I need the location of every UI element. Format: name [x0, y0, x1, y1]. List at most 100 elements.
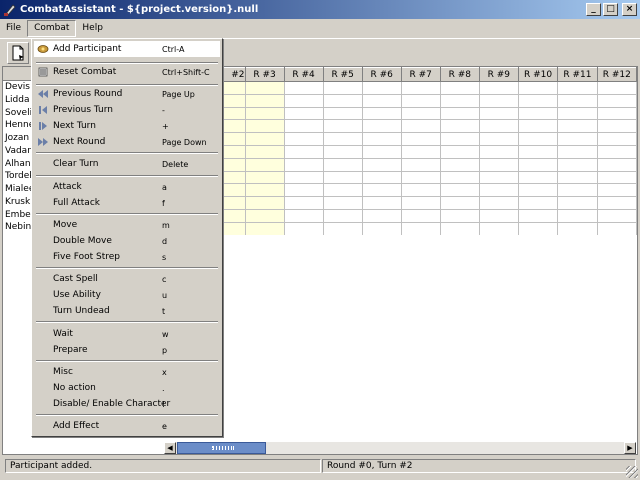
grid-cell[interactable] [517, 208, 559, 223]
grid-cell[interactable] [478, 81, 519, 95]
grid-cell[interactable] [478, 183, 519, 198]
menu-item-move[interactable]: Move m [34, 217, 220, 233]
menu-item-next-turn[interactable]: Next Turn + [34, 118, 220, 134]
grid-cell[interactable] [517, 119, 559, 134]
grid-cell[interactable] [322, 196, 363, 210]
grid-cell[interactable] [439, 157, 480, 172]
menu-item-cast-spell[interactable]: Cast Spell c [34, 271, 220, 287]
menu-combat[interactable]: Combat [27, 20, 77, 37]
grid-cell[interactable] [244, 196, 285, 210]
grid-cell[interactable] [283, 221, 324, 235]
grid-cell[interactable] [361, 144, 402, 159]
grid-cell[interactable] [517, 144, 559, 159]
scroll-right-arrow-icon[interactable]: ▶ [624, 442, 636, 454]
close-button[interactable]: × [622, 3, 637, 16]
grid-cell[interactable] [361, 221, 402, 235]
grid-cell[interactable] [283, 132, 324, 146]
grid-cell[interactable] [478, 170, 519, 185]
grid-cell[interactable] [517, 196, 559, 210]
grid-cell[interactable] [283, 144, 324, 159]
participant-row[interactable]: Krusk [ [3, 196, 33, 209]
menu-item-full-attack[interactable]: Full Attack f [34, 195, 220, 211]
grid-cell[interactable] [439, 183, 480, 198]
menu-item-no-action[interactable]: No action . [34, 380, 220, 396]
grid-cell[interactable] [557, 170, 598, 185]
menu-item-previous-round[interactable]: Previous Round Page Up [34, 86, 220, 102]
title-bar[interactable]: CombatAssistant - ${project.version}.nul… [0, 0, 640, 19]
round-column-header[interactable]: R #10 [517, 67, 559, 82]
participant-row[interactable]: Jozan [ [3, 132, 33, 145]
grid-cell[interactable] [478, 196, 519, 210]
menu-item-previous-turn[interactable]: Previous Turn - [34, 102, 220, 118]
grid-cell[interactable] [322, 157, 363, 172]
grid-cell[interactable] [400, 132, 441, 146]
menu-item-use-ability[interactable]: Use Ability u [34, 287, 220, 303]
grid-cell[interactable] [244, 93, 285, 108]
horizontal-scrollbar[interactable]: ◀ ▶ [164, 442, 636, 454]
grid-cell[interactable] [596, 132, 637, 146]
grid-cell[interactable] [557, 132, 598, 146]
grid-cell[interactable] [400, 170, 441, 185]
grid-cell[interactable] [322, 208, 363, 223]
menu-item-reset-combat[interactable]: Reset Combat Ctrl+Shift-C [34, 64, 220, 80]
grid-cell[interactable] [283, 106, 324, 121]
grid-cell[interactable] [322, 81, 363, 95]
grid-cell[interactable] [439, 196, 480, 210]
participant-row[interactable]: Hennet [3, 119, 33, 132]
menu-item-attack[interactable]: Attack a [34, 179, 220, 195]
grid-cell[interactable] [400, 144, 441, 159]
grid-cell[interactable] [361, 183, 402, 198]
grid-cell[interactable] [283, 81, 324, 95]
grid-cell[interactable] [557, 119, 598, 134]
menu-item-clear-turn[interactable]: Clear Turn Delete [34, 156, 220, 172]
grid-cell[interactable] [361, 170, 402, 185]
participant-row[interactable]: Lidda [ [3, 94, 33, 107]
round-column-header[interactable]: R #5 [322, 67, 363, 82]
grid-cell[interactable] [361, 132, 402, 146]
participant-row[interactable]: Alhand [3, 158, 33, 171]
grid-cell[interactable] [400, 93, 441, 108]
grid-cell[interactable] [517, 221, 559, 235]
grid-cell[interactable] [596, 106, 637, 121]
grid-cell[interactable] [400, 157, 441, 172]
grid-cell[interactable] [283, 170, 324, 185]
grid-cell[interactable] [244, 81, 285, 95]
grid-cell[interactable] [400, 221, 441, 235]
menu-item-turn-undead[interactable]: Turn Undead t [34, 303, 220, 319]
new-participant-button[interactable] [7, 42, 29, 64]
menu-item-prepare[interactable]: Prepare p [34, 342, 220, 358]
grid-cell[interactable] [361, 81, 402, 95]
maximize-button[interactable]: □ [603, 3, 618, 16]
grid-cell[interactable] [322, 170, 363, 185]
grid-cell[interactable] [596, 119, 637, 134]
grid-cell[interactable] [557, 144, 598, 159]
grid-cell[interactable] [283, 93, 324, 108]
grid-cell[interactable] [244, 208, 285, 223]
round-column-header[interactable]: R #8 [439, 67, 480, 82]
grid-cell[interactable] [361, 208, 402, 223]
grid-cell[interactable] [244, 183, 285, 198]
round-column-header[interactable]: R #9 [478, 67, 519, 82]
round-column-header[interactable]: R #7 [400, 67, 441, 82]
grid-cell[interactable] [596, 93, 637, 108]
grid-cell[interactable] [557, 221, 598, 235]
participant-row[interactable]: Ember [3, 209, 33, 222]
grid-cell[interactable] [439, 119, 480, 134]
grid-cell[interactable] [361, 157, 402, 172]
grid-cell[interactable] [517, 157, 559, 172]
grid-cell[interactable] [244, 221, 285, 235]
grid-cell[interactable] [557, 157, 598, 172]
grid-cell[interactable] [596, 196, 637, 210]
grid-cell[interactable] [557, 93, 598, 108]
minimize-button[interactable]: _ [586, 3, 601, 16]
grid-cell[interactable] [478, 208, 519, 223]
menu-item-next-round[interactable]: Next Round Page Down [34, 134, 220, 150]
grid-cell[interactable] [596, 170, 637, 185]
grid-cell[interactable] [322, 106, 363, 121]
grid-cell[interactable] [244, 132, 285, 146]
grid-cell[interactable] [478, 106, 519, 121]
grid-cell[interactable] [557, 183, 598, 198]
grid-cell[interactable] [400, 196, 441, 210]
participant-row[interactable]: Mialee [3, 183, 33, 196]
menu-item-add-effect[interactable]: Add Effect e [34, 418, 220, 434]
